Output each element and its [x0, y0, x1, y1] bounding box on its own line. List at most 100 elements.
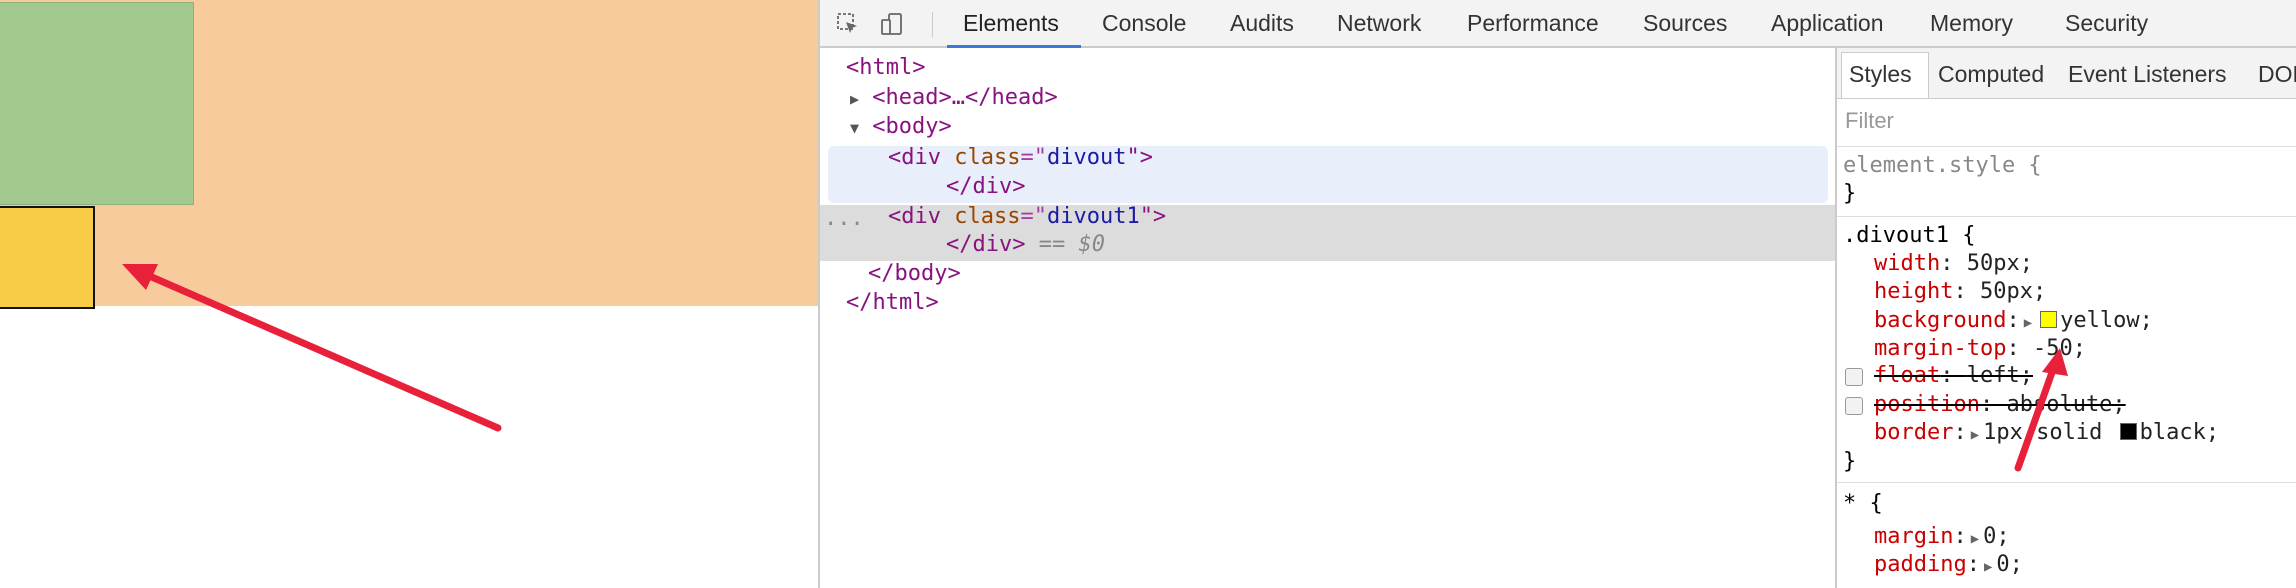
attr-name: class [954, 145, 1021, 170]
node-html-close: </html> [846, 289, 939, 317]
css-decl-border[interactable]: border: ▶ 1px solid black; [1874, 419, 2219, 449]
collapse-caret-icon[interactable]: ▼ [850, 119, 859, 137]
rule-selector-divout1[interactable]: .divout1 { [1843, 222, 1975, 250]
styles-subtabs: Styles Computed Event Listeners DOM [1837, 48, 2296, 99]
expand-triangle-icon[interactable]: ▶ [1971, 427, 1979, 443]
css-prop: background [1874, 308, 2007, 333]
attr-eq: =" [1020, 145, 1047, 170]
css-decl-margin[interactable]: margin: ▶ 0; [1874, 523, 2010, 553]
css-decl-height[interactable]: height: 50px; [1874, 278, 2046, 306]
styles-pane: Styles Computed Event Listeners DOM Filt… [1835, 48, 2296, 588]
html-open-tag: <html> [846, 55, 926, 80]
attr-name: class [954, 204, 1021, 229]
head-tag: <head>…</head> [872, 85, 1058, 110]
div-close-tag: </div> [946, 174, 1026, 199]
divider [1837, 216, 2296, 217]
div-close-tag: </div> [946, 232, 1026, 257]
element-style-selector: element.style { [1843, 153, 2042, 178]
css-val: yellow; [2060, 308, 2153, 333]
subtab-styles[interactable]: Styles [1849, 48, 1912, 98]
css-val: 1px solid [1983, 420, 2116, 445]
body-open-tag: <body> [872, 114, 952, 139]
divider [1837, 146, 2296, 147]
node-body-close: </body> [868, 260, 961, 288]
css-prop: margin-top [1874, 336, 2007, 361]
expand-triangle-icon[interactable]: ▶ [1971, 531, 1979, 547]
css-prop: width [1874, 251, 1941, 276]
css-decl-background[interactable]: background: ▶ yellow; [1874, 307, 2153, 337]
toggle-position-checkbox[interactable] [1845, 397, 1863, 415]
node-div-divout1[interactable]: <div class="divout1"> [888, 203, 1166, 231]
div-open-tag: <div [888, 145, 955, 170]
css-prop: padding [1874, 552, 1967, 577]
attr-value: divout1 [1046, 204, 1140, 229]
divout1-yellow-box [0, 206, 95, 309]
node-div-divout1-close: </div> == $0 [946, 231, 1105, 259]
subtab-computed[interactable]: Computed [1938, 48, 2044, 98]
divider [1837, 482, 2296, 483]
css-val: 50px; [1966, 251, 2033, 276]
attr-eq: =" [1020, 204, 1047, 229]
node-div-divout[interactable]: <div class="divout"> [888, 144, 1153, 172]
elements-tree: <html> ▶ <head>…</head> ▼ <body> <div cl… [820, 48, 1835, 588]
page-viewport [0, 0, 818, 588]
expand-triangle-icon[interactable]: ▶ [2024, 315, 2032, 331]
node-html[interactable]: <html> [846, 54, 925, 82]
tab-security[interactable]: Security [2065, 0, 2148, 46]
subtab-event-listeners[interactable]: Event Listeners [2068, 48, 2227, 98]
css-val: 50px; [1979, 279, 2047, 304]
css-val: -50; [2032, 336, 2086, 361]
attr-close: "> [1139, 204, 1167, 229]
css-decl-margin-top[interactable]: margin-top: -50; [1874, 335, 2086, 363]
node-ellipsis[interactable]: ··· [824, 211, 864, 239]
rule-close-brace: } [1843, 181, 1857, 206]
element-style-rule[interactable]: element.style { [1843, 152, 2042, 180]
body-close-tag: </body> [868, 261, 961, 286]
more-actions-icon[interactable]: ··· [824, 212, 864, 237]
css-val: black; [2139, 420, 2220, 445]
tab-console[interactable]: Console [1102, 0, 1186, 46]
devtools-toolbar: Elements Console Audits Network Performa… [820, 0, 2296, 48]
attr-close: "> [1126, 145, 1153, 170]
div-open-tag: <div [888, 204, 955, 229]
color-swatch-icon[interactable] [2119, 423, 2137, 440]
toolbar-separator [932, 12, 933, 38]
css-prop: height [1874, 279, 1954, 304]
css-prop: margin [1874, 524, 1954, 549]
attr-value: divout [1046, 145, 1127, 170]
selected-node-marker: == $0 [1038, 232, 1105, 257]
css-val: 0; [1996, 552, 2023, 577]
inspect-element-icon[interactable] [836, 12, 860, 36]
css-val: absolute; [2006, 392, 2126, 417]
green-box [0, 2, 194, 205]
styles-filter-input[interactable]: Filter [1845, 108, 1894, 134]
css-prop: position [1874, 392, 1980, 417]
node-head[interactable]: ▶ <head>…</head> [850, 84, 1058, 112]
css-prop: float [1874, 363, 1941, 388]
node-body[interactable]: ▼ <body> [850, 113, 952, 141]
expand-triangle-icon[interactable]: ▶ [1984, 559, 1992, 575]
css-decl-position-disabled[interactable]: position: absolute; [1874, 391, 2126, 419]
expand-caret-icon[interactable]: ▶ [850, 90, 859, 108]
tab-elements[interactable]: Elements [963, 0, 1059, 46]
device-toolbar-icon[interactable] [880, 12, 904, 36]
node-div-divout-close: </div> [946, 173, 1025, 201]
rule-close-brace: } [1843, 449, 1857, 474]
css-val: 0; [1983, 524, 2010, 549]
tab-network[interactable]: Network [1337, 0, 1421, 46]
css-decl-width[interactable]: width: 50px; [1874, 250, 2033, 278]
css-val: left; [1966, 363, 2033, 388]
subtab-dom[interactable]: DOM [2258, 48, 2296, 98]
css-decl-padding[interactable]: padding: ▶ 0; [1874, 551, 2023, 581]
tab-application[interactable]: Application [1771, 0, 1884, 46]
color-swatch-icon[interactable] [2040, 311, 2058, 328]
tab-sources[interactable]: Sources [1643, 0, 1727, 46]
devtools-panel: Elements Console Audits Network Performa… [820, 0, 2296, 588]
tab-memory[interactable]: Memory [1930, 0, 2013, 46]
rule-selector-universal[interactable]: * { [1843, 490, 1883, 518]
toggle-float-checkbox[interactable] [1845, 368, 1863, 386]
html-close-tag: </html> [846, 290, 939, 315]
tab-performance[interactable]: Performance [1467, 0, 1599, 46]
tab-audits[interactable]: Audits [1230, 0, 1294, 46]
css-decl-float-disabled[interactable]: float: left; [1874, 362, 2033, 390]
